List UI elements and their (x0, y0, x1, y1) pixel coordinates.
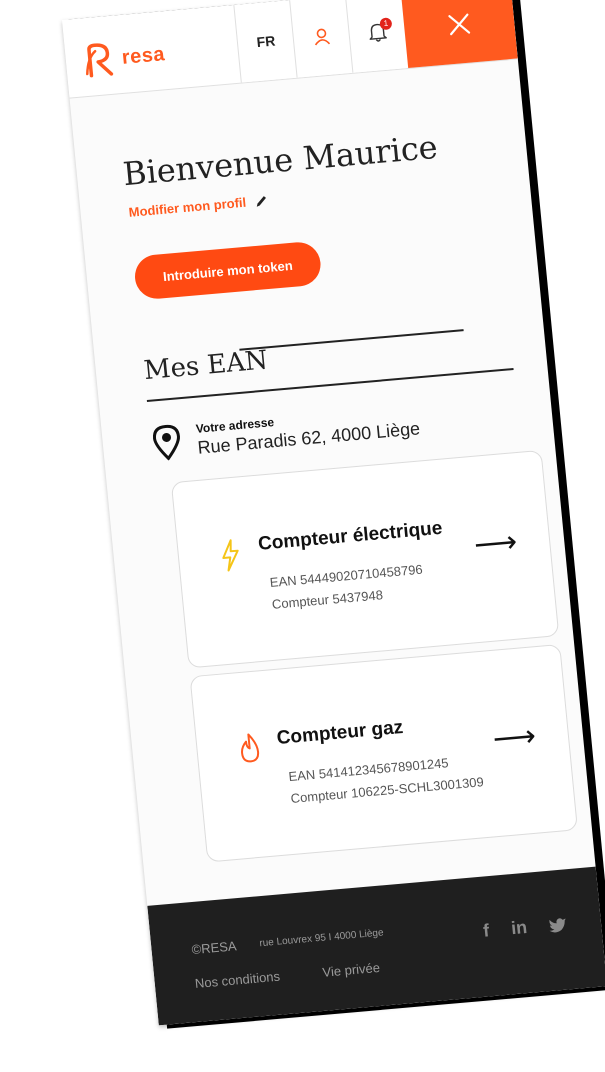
profile-button[interactable] (289, 0, 354, 78)
resa-logo[interactable]: resa (82, 37, 166, 78)
meter-ean: EAN 544490207104587​96 (269, 561, 424, 590)
edit-profile-label: Modifier mon profil (128, 194, 247, 220)
meter-card-gas[interactable]: Compteur gaz EAN 541412345678901245 Comp… (189, 643, 579, 863)
linkedin-icon[interactable]: in (510, 917, 528, 939)
meter-title: Compteur gaz (275, 716, 405, 749)
footer-conditions-link[interactable]: Nos conditions (194, 969, 280, 991)
meter-card-electric[interactable]: Compteur électrique EAN 544490207104587​… (170, 449, 560, 669)
close-menu-button[interactable] (400, 0, 518, 69)
resa-logo-icon (86, 43, 114, 78)
facebook-icon[interactable]: f (482, 920, 490, 941)
twitter-icon[interactable] (548, 916, 567, 933)
arrow-right-icon[interactable]: ⟶ (491, 719, 537, 756)
app-header: resa FR 1 (62, 0, 518, 99)
notifications-button[interactable]: 1 (344, 0, 410, 73)
lightning-icon (222, 539, 239, 572)
footer-privacy-link[interactable]: Vie privée (322, 960, 381, 980)
footer: ©RESA rue Louvrex 95 I 4000 Liège Nos co… (147, 866, 605, 1026)
section-rule-top (239, 329, 464, 351)
notification-badge: 1 (379, 17, 393, 31)
footer-address: rue Louvrex 95 I 4000 Liège (258, 927, 385, 950)
logo-text: resa (120, 42, 166, 69)
user-icon (314, 28, 331, 46)
flame-icon (241, 733, 260, 763)
footer-copyright: ©RESA (190, 938, 238, 958)
language-switch[interactable]: FR (233, 0, 298, 83)
arrow-right-icon[interactable]: ⟶ (473, 525, 519, 562)
welcome-title: Bienvenue Maurice (121, 127, 440, 194)
edit-profile-link[interactable]: Modifier mon profil (128, 193, 269, 220)
address-block: Votre adresse Rue Paradis 62, 4000 Liège (151, 402, 421, 462)
token-button[interactable]: Introduire mon token (133, 240, 323, 301)
meter-number: Compteur 5437948 (271, 587, 384, 612)
close-icon (448, 13, 471, 36)
meter-title: Compteur électrique (257, 517, 444, 555)
location-pin-icon (152, 424, 180, 461)
phone-screen: resa FR 1 Bienvenue Maurice Modifier mon… (62, 0, 605, 1026)
pencil-icon (256, 195, 266, 207)
social-links: f in (482, 913, 568, 941)
section-title-ean: Mes EAN (142, 345, 270, 387)
